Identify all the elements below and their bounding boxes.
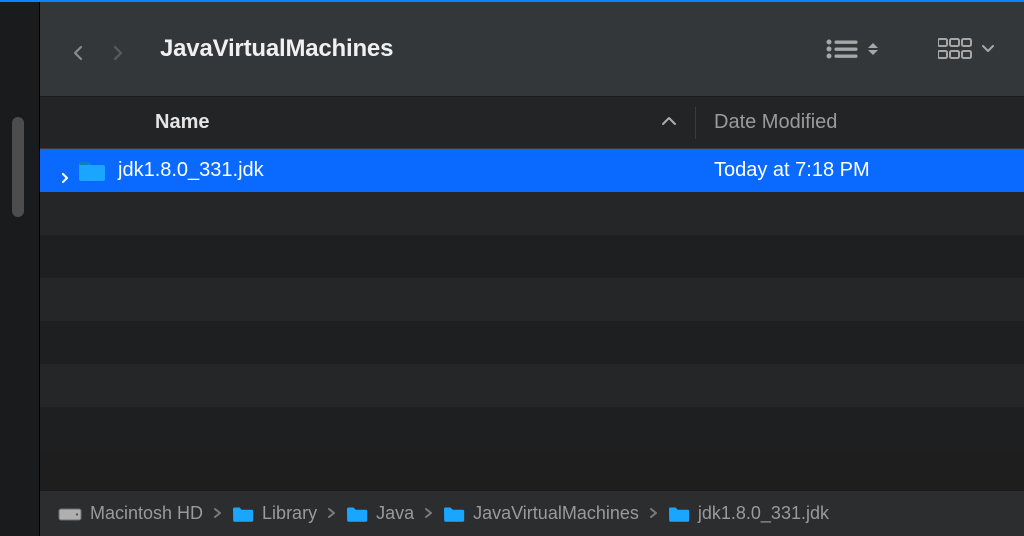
forward-button[interactable]: [110, 41, 126, 57]
file-row[interactable]: jdk1.8.0_331.jdk Today at 7:18 PM: [40, 149, 1024, 192]
file-list: jdk1.8.0_331.jdk Today at 7:18 PM: [40, 149, 1024, 490]
path-bar: Macintosh HD Library Java JavaVirtualMac…: [40, 490, 1024, 536]
column-header-date[interactable]: Date Modified: [696, 111, 1024, 134]
chevron-right-icon: [424, 503, 433, 524]
file-row-date: Today at 7:18 PM: [696, 159, 1024, 182]
toolbar-right: [826, 38, 994, 60]
folder-icon: [232, 505, 254, 523]
empty-row: [40, 278, 1024, 321]
group-by-button[interactable]: [938, 38, 994, 60]
chevron-down-icon: [982, 45, 994, 53]
toolbar: JavaVirtualMachines: [40, 2, 1024, 97]
view-mode-list-button[interactable]: [826, 38, 878, 60]
empty-row: [40, 364, 1024, 407]
sidebar-scrollbar-thumb[interactable]: [12, 117, 24, 217]
path-segment-current[interactable]: jdk1.8.0_331.jdk: [668, 503, 829, 524]
updown-icon: [868, 43, 878, 55]
path-segment[interactable]: Java: [346, 503, 414, 524]
column-header-name[interactable]: Name: [155, 111, 661, 134]
empty-row: [40, 235, 1024, 278]
back-button[interactable]: [70, 41, 86, 57]
path-segment-label: JavaVirtualMachines: [473, 503, 639, 524]
folder-icon: [668, 505, 690, 523]
path-segment-root[interactable]: Macintosh HD: [58, 503, 203, 524]
empty-row: [40, 407, 1024, 450]
chevron-right-icon: [213, 503, 222, 524]
sidebar-gutter: [0, 2, 40, 536]
empty-row: [40, 321, 1024, 364]
path-segment[interactable]: JavaVirtualMachines: [443, 503, 639, 524]
folder-icon: [78, 159, 106, 183]
chevron-right-icon: [649, 503, 658, 524]
nav-arrows: [70, 41, 126, 57]
path-segment-label: Macintosh HD: [90, 503, 203, 524]
path-segment-label: Java: [376, 503, 414, 524]
columns-header: Name Date Modified: [40, 97, 1024, 149]
path-segment-label: Library: [262, 503, 317, 524]
empty-row: [40, 192, 1024, 235]
disclosure-triangle-icon[interactable]: [60, 166, 70, 176]
main-pane: JavaVirtualMachines: [40, 2, 1024, 536]
folder-icon: [443, 505, 465, 523]
folder-title: JavaVirtualMachines: [160, 35, 393, 63]
path-segment[interactable]: Library: [232, 503, 317, 524]
hdd-icon: [58, 505, 82, 523]
file-row-name: jdk1.8.0_331.jdk: [118, 159, 696, 182]
chevron-right-icon: [327, 503, 336, 524]
path-segment-label: jdk1.8.0_331.jdk: [698, 503, 829, 524]
folder-icon: [346, 505, 368, 523]
sort-indicator[interactable]: [661, 114, 677, 132]
